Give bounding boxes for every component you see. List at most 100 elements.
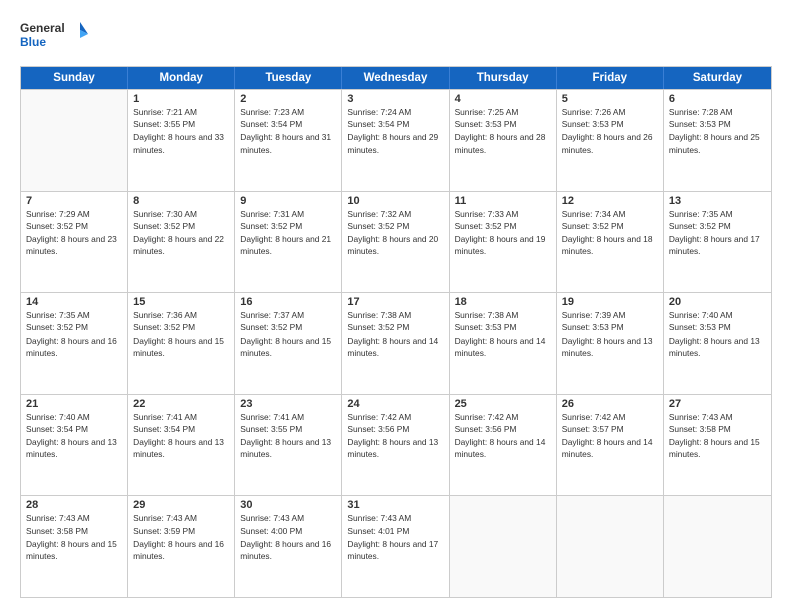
day-number: 18 <box>455 296 551 308</box>
daylight-text: Daylight: 8 hours and 33 minutes. <box>133 131 229 155</box>
daylight-text: Daylight: 8 hours and 15 minutes. <box>669 436 766 460</box>
day-number: 23 <box>240 398 336 410</box>
day-number: 21 <box>26 398 122 410</box>
daylight-text: Daylight: 8 hours and 13 minutes. <box>240 436 336 460</box>
sunrise-text: Sunrise: 7:21 AM <box>133 106 229 118</box>
sunrise-text: Sunrise: 7:42 AM <box>455 411 551 423</box>
calendar-header-row: SundayMondayTuesdayWednesdayThursdayFrid… <box>21 67 771 89</box>
day-cell-17: 17Sunrise: 7:38 AMSunset: 3:52 PMDayligh… <box>342 293 449 394</box>
day-number: 26 <box>562 398 658 410</box>
sunrise-text: Sunrise: 7:42 AM <box>347 411 443 423</box>
sunrise-text: Sunrise: 7:43 AM <box>133 512 229 524</box>
day-number: 20 <box>669 296 766 308</box>
daylight-text: Daylight: 8 hours and 16 minutes. <box>240 538 336 562</box>
sunrise-text: Sunrise: 7:38 AM <box>455 309 551 321</box>
daylight-text: Daylight: 8 hours and 14 minutes. <box>455 436 551 460</box>
page: General Blue SundayMondayTuesdayWednesda… <box>0 0 792 612</box>
sunset-text: Sunset: 3:54 PM <box>26 423 122 435</box>
sunset-text: Sunset: 3:58 PM <box>26 525 122 537</box>
day-cell-31: 31Sunrise: 7:43 AMSunset: 4:01 PMDayligh… <box>342 496 449 597</box>
day-cell-empty-4-5 <box>557 496 664 597</box>
sunset-text: Sunset: 3:52 PM <box>240 321 336 333</box>
day-cell-4: 4Sunrise: 7:25 AMSunset: 3:53 PMDaylight… <box>450 90 557 191</box>
sunset-text: Sunset: 3:57 PM <box>562 423 658 435</box>
daylight-text: Daylight: 8 hours and 17 minutes. <box>669 233 766 257</box>
sunrise-text: Sunrise: 7:25 AM <box>455 106 551 118</box>
sunset-text: Sunset: 3:56 PM <box>455 423 551 435</box>
day-number: 4 <box>455 93 551 105</box>
daylight-text: Daylight: 8 hours and 16 minutes. <box>26 335 122 359</box>
sunset-text: Sunset: 4:00 PM <box>240 525 336 537</box>
day-cell-empty-4-6 <box>664 496 771 597</box>
sunrise-text: Sunrise: 7:43 AM <box>347 512 443 524</box>
header-cell-sunday: Sunday <box>21 67 128 89</box>
sunset-text: Sunset: 3:52 PM <box>26 220 122 232</box>
day-number: 29 <box>133 499 229 511</box>
sunset-text: Sunset: 3:54 PM <box>240 118 336 130</box>
day-number: 10 <box>347 195 443 207</box>
sunset-text: Sunset: 3:54 PM <box>133 423 229 435</box>
sunrise-text: Sunrise: 7:29 AM <box>26 208 122 220</box>
day-cell-25: 25Sunrise: 7:42 AMSunset: 3:56 PMDayligh… <box>450 395 557 496</box>
sunset-text: Sunset: 3:53 PM <box>455 118 551 130</box>
sunrise-text: Sunrise: 7:43 AM <box>26 512 122 524</box>
daylight-text: Daylight: 8 hours and 13 minutes. <box>26 436 122 460</box>
daylight-text: Daylight: 8 hours and 20 minutes. <box>347 233 443 257</box>
day-number: 14 <box>26 296 122 308</box>
day-number: 30 <box>240 499 336 511</box>
sunrise-text: Sunrise: 7:34 AM <box>562 208 658 220</box>
daylight-text: Daylight: 8 hours and 19 minutes. <box>455 233 551 257</box>
day-number: 16 <box>240 296 336 308</box>
sunrise-text: Sunrise: 7:35 AM <box>669 208 766 220</box>
day-cell-1: 1Sunrise: 7:21 AMSunset: 3:55 PMDaylight… <box>128 90 235 191</box>
day-cell-11: 11Sunrise: 7:33 AMSunset: 3:52 PMDayligh… <box>450 192 557 293</box>
day-cell-15: 15Sunrise: 7:36 AMSunset: 3:52 PMDayligh… <box>128 293 235 394</box>
daylight-text: Daylight: 8 hours and 25 minutes. <box>669 131 766 155</box>
sunset-text: Sunset: 3:52 PM <box>240 220 336 232</box>
sunrise-text: Sunrise: 7:41 AM <box>133 411 229 423</box>
day-number: 8 <box>133 195 229 207</box>
sunrise-text: Sunrise: 7:31 AM <box>240 208 336 220</box>
sunset-text: Sunset: 3:52 PM <box>347 220 443 232</box>
daylight-text: Daylight: 8 hours and 15 minutes. <box>133 335 229 359</box>
day-cell-23: 23Sunrise: 7:41 AMSunset: 3:55 PMDayligh… <box>235 395 342 496</box>
sunset-text: Sunset: 3:52 PM <box>669 220 766 232</box>
week-row-0: 1Sunrise: 7:21 AMSunset: 3:55 PMDaylight… <box>21 89 771 191</box>
day-number: 13 <box>669 195 766 207</box>
daylight-text: Daylight: 8 hours and 16 minutes. <box>133 538 229 562</box>
daylight-text: Daylight: 8 hours and 31 minutes. <box>240 131 336 155</box>
sunrise-text: Sunrise: 7:40 AM <box>26 411 122 423</box>
sunset-text: Sunset: 4:01 PM <box>347 525 443 537</box>
calendar: SundayMondayTuesdayWednesdayThursdayFrid… <box>20 66 772 598</box>
sunrise-text: Sunrise: 7:35 AM <box>26 309 122 321</box>
header: General Blue <box>20 18 772 56</box>
header-cell-friday: Friday <box>557 67 664 89</box>
day-cell-9: 9Sunrise: 7:31 AMSunset: 3:52 PMDaylight… <box>235 192 342 293</box>
sunrise-text: Sunrise: 7:24 AM <box>347 106 443 118</box>
daylight-text: Daylight: 8 hours and 13 minutes. <box>347 436 443 460</box>
daylight-text: Daylight: 8 hours and 15 minutes. <box>240 335 336 359</box>
sunrise-text: Sunrise: 7:32 AM <box>347 208 443 220</box>
week-row-3: 21Sunrise: 7:40 AMSunset: 3:54 PMDayligh… <box>21 394 771 496</box>
sunrise-text: Sunrise: 7:33 AM <box>455 208 551 220</box>
header-cell-tuesday: Tuesday <box>235 67 342 89</box>
day-number: 12 <box>562 195 658 207</box>
day-cell-30: 30Sunrise: 7:43 AMSunset: 4:00 PMDayligh… <box>235 496 342 597</box>
daylight-text: Daylight: 8 hours and 13 minutes. <box>133 436 229 460</box>
day-cell-5: 5Sunrise: 7:26 AMSunset: 3:53 PMDaylight… <box>557 90 664 191</box>
sunset-text: Sunset: 3:58 PM <box>669 423 766 435</box>
day-cell-24: 24Sunrise: 7:42 AMSunset: 3:56 PMDayligh… <box>342 395 449 496</box>
sunrise-text: Sunrise: 7:43 AM <box>240 512 336 524</box>
day-cell-6: 6Sunrise: 7:28 AMSunset: 3:53 PMDaylight… <box>664 90 771 191</box>
sunset-text: Sunset: 3:53 PM <box>455 321 551 333</box>
sunrise-text: Sunrise: 7:36 AM <box>133 309 229 321</box>
daylight-text: Daylight: 8 hours and 17 minutes. <box>347 538 443 562</box>
day-number: 3 <box>347 93 443 105</box>
sunset-text: Sunset: 3:56 PM <box>347 423 443 435</box>
day-cell-13: 13Sunrise: 7:35 AMSunset: 3:52 PMDayligh… <box>664 192 771 293</box>
day-cell-29: 29Sunrise: 7:43 AMSunset: 3:59 PMDayligh… <box>128 496 235 597</box>
logo: General Blue <box>20 18 90 56</box>
day-number: 1 <box>133 93 229 105</box>
sunset-text: Sunset: 3:55 PM <box>240 423 336 435</box>
daylight-text: Daylight: 8 hours and 21 minutes. <box>240 233 336 257</box>
